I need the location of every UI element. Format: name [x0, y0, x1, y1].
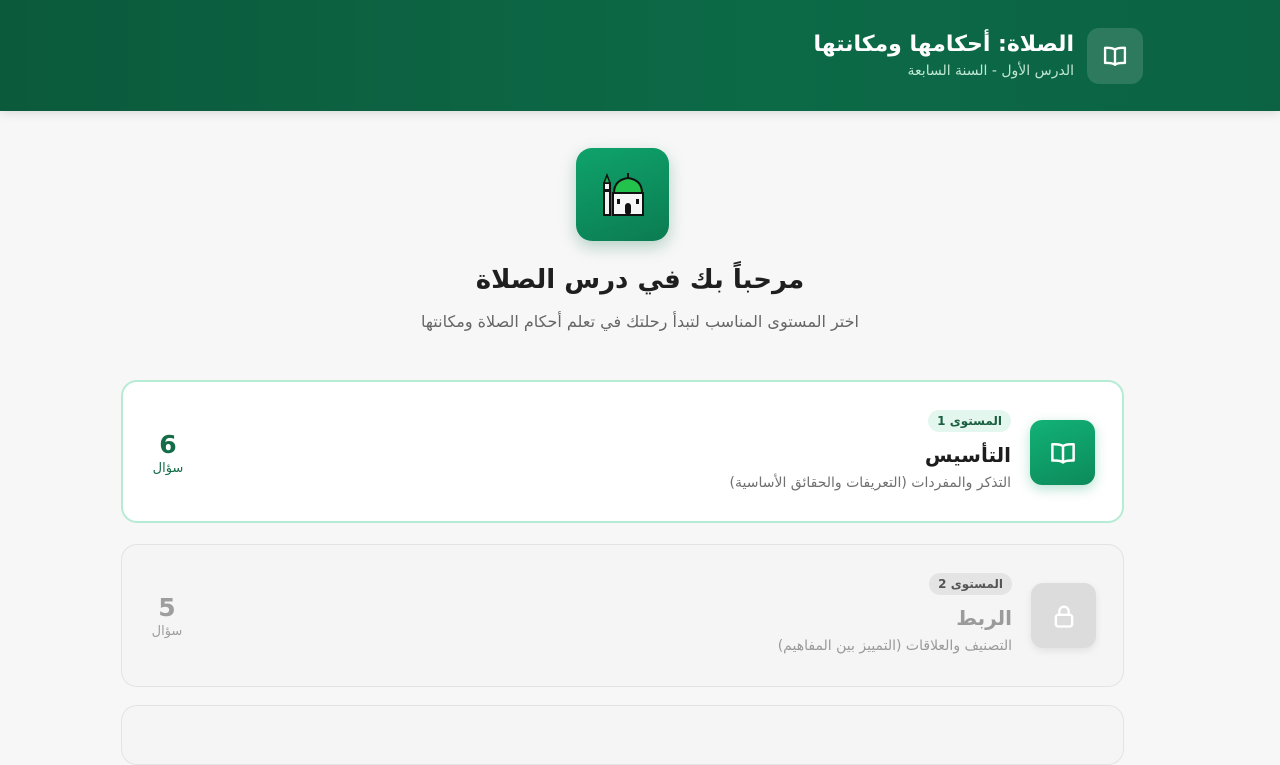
level-badge: المستوى 2: [929, 573, 1012, 595]
level-badge: المستوى 1: [928, 410, 1011, 432]
question-count: 6 سؤال: [138, 430, 198, 478]
level-info: المستوى 1 التأسيس التذكر والمفردات (التع…: [730, 410, 1011, 494]
app-header: الصلاة: أحكامها ومكانتها الدرس الأول - ا…: [0, 0, 1280, 111]
lesson-subtitle: الدرس الأول - السنة السابعة: [907, 63, 1074, 79]
level-info: المستوى 2 الربط التصنيف والعلاقات (التمي…: [778, 573, 1012, 657]
question-count-label: سؤال: [152, 461, 184, 476]
level-description: التذكر والمفردات (التعريفات والحقائق الأ…: [729, 475, 1011, 491]
level-card-3: [121, 705, 1124, 765]
level-title: الربط: [956, 606, 1012, 630]
level-description: التصنيف والعلاقات (التمييز بين المفاهيم): [777, 638, 1012, 654]
question-count-label: سؤال: [151, 624, 183, 639]
question-count-number: 5: [158, 593, 176, 622]
welcome-title: مرحباً بك في درس الصلاة: [475, 265, 805, 295]
level-title: التأسيس: [924, 443, 1011, 467]
open-book-icon: [1087, 28, 1143, 84]
lock-icon: [1031, 583, 1096, 648]
open-book-icon: [1030, 420, 1095, 485]
level-card-1[interactable]: المستوى 1 التأسيس التذكر والمفردات (التع…: [121, 380, 1124, 523]
lesson-header-text: الصلاة: أحكامها ومكانتها الدرس الأول - ا…: [813, 30, 1074, 82]
welcome-subtitle: اختر المستوى المناسب لتبدأ رحلتك في تعلم…: [421, 312, 859, 331]
lesson-title: الصلاة: أحكامها ومكانتها: [813, 32, 1074, 57]
level-card-2: المستوى 2 الربط التصنيف والعلاقات (التمي…: [121, 544, 1124, 687]
question-count-number: 6: [159, 430, 177, 459]
question-count: 5 سؤال: [137, 593, 197, 641]
mosque-icon: [576, 148, 669, 241]
